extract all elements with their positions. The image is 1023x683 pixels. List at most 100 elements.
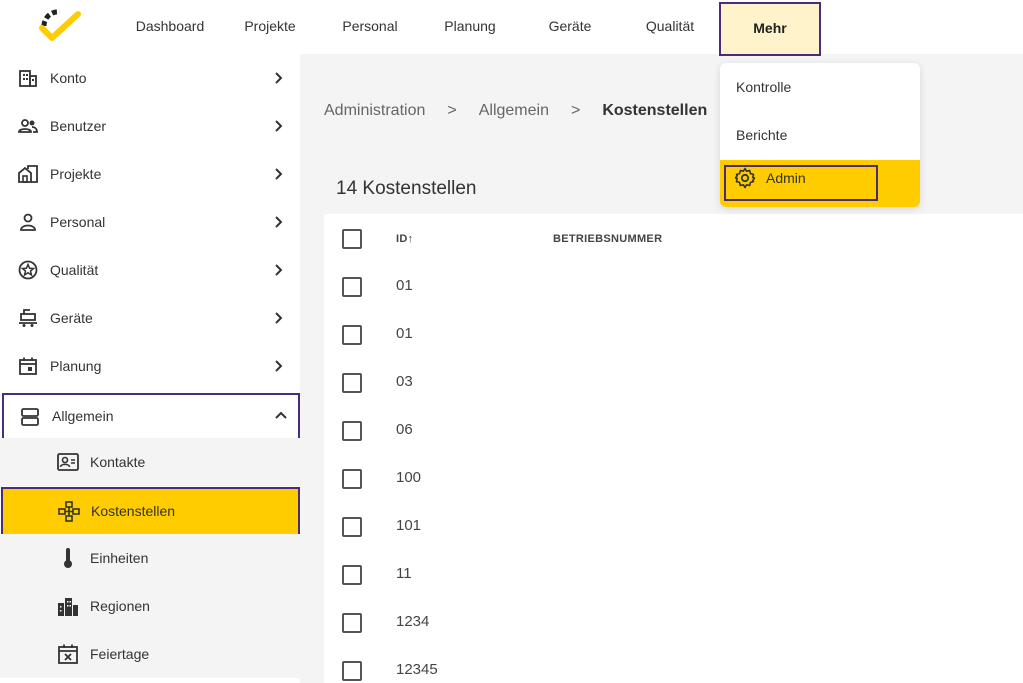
menu-item-admin-content: Admin — [734, 167, 806, 189]
sidebar-item-label: Qualität — [50, 262, 99, 278]
building-icon — [19, 70, 37, 87]
sidebar: Konto Benutzer Projekte Personal Qualitä… — [0, 54, 300, 683]
table-row[interactable]: 01 — [324, 262, 1023, 310]
row-checkbox[interactable] — [342, 565, 362, 585]
sidebar-subitem-einheiten[interactable]: Einheiten — [0, 534, 300, 582]
nav-dashboard[interactable]: Dashboard — [128, 0, 212, 54]
menu-item-berichte[interactable]: Berichte — [720, 111, 920, 159]
cell-id: 12345 — [396, 661, 438, 678]
sidebar-subitem-label: Einheiten — [90, 550, 149, 566]
cell-id: 1234 — [396, 613, 430, 630]
sidebar-subitem-label: Kontakte — [90, 454, 146, 470]
table-row[interactable]: 100 — [324, 454, 1023, 502]
cell-id: 11 — [396, 565, 412, 582]
breadcrumb: Administration > Allgemein > Kostenstell… — [324, 96, 707, 126]
mehr-dropdown-menu: Kontrolle Berichte Admin — [720, 63, 920, 207]
cell-id: 101 — [396, 517, 422, 534]
table-header: ID↑ BETRIEBSNUMMER — [324, 214, 1023, 264]
kostenstellen-table: ID↑ BETRIEBSNUMMER 01 01 03 06 100 101 1… — [324, 214, 1023, 683]
calendar-x-icon — [58, 644, 78, 664]
sidebar-subitem-regionen[interactable]: Regionen — [0, 582, 300, 630]
nav-planung[interactable]: Planung — [432, 0, 508, 54]
chevron-right-icon — [275, 360, 283, 372]
sidebar-item-label: Benutzer — [50, 118, 107, 134]
table-row[interactable]: 03 — [324, 358, 1023, 406]
sidebar-item-label: Planung — [50, 358, 102, 374]
column-header-betriebsnummer[interactable]: BETRIEBSNUMMER — [553, 214, 662, 264]
menu-item-kontrolle[interactable]: Kontrolle — [720, 63, 920, 111]
sidebar-subitem-kontakte[interactable]: Kontakte — [0, 438, 300, 486]
sidebar-item-label: Personal — [50, 214, 106, 230]
sidebar-item-konto[interactable]: Konto — [0, 54, 300, 102]
contact-card-icon — [57, 453, 79, 471]
sidebar-item-planung[interactable]: Planung — [0, 342, 300, 390]
breadcrumb-separator: > — [447, 102, 457, 119]
menu-item-admin[interactable]: Admin — [720, 160, 920, 207]
nav-geraete[interactable]: Geräte — [534, 0, 606, 54]
nav-projekte[interactable]: Projekte — [234, 0, 306, 54]
sidebar-item-benutzer[interactable]: Benutzer — [0, 102, 300, 150]
row-checkbox[interactable] — [342, 277, 362, 297]
cell-id: 01 — [396, 277, 413, 294]
table-row[interactable]: 01 — [324, 310, 1023, 358]
users-icon — [18, 119, 38, 133]
house-icon — [18, 165, 38, 183]
menu-item-admin-label: Admin — [766, 170, 806, 186]
machine-icon — [19, 309, 37, 327]
cell-id: 06 — [396, 421, 413, 438]
table-row[interactable]: 12345 — [324, 646, 1023, 683]
nav-qualitaet[interactable]: Qualität — [632, 0, 708, 54]
sidebar-subitem-label: Feiertage — [90, 646, 150, 662]
sidebar-item-geraete[interactable]: Geräte — [0, 294, 300, 342]
chevron-right-icon — [275, 264, 283, 276]
column-header-id[interactable]: ID↑ — [396, 214, 413, 264]
chevron-right-icon — [275, 216, 283, 228]
sidebar-item-label: Konto — [50, 70, 87, 86]
row-checkbox[interactable] — [342, 517, 362, 537]
logo-icon[interactable] — [38, 6, 82, 42]
sidebar-subitem-feiertage[interactable]: Feiertage — [0, 630, 300, 678]
sidebar-item-qualitaet[interactable]: Qualität — [0, 246, 300, 294]
row-checkbox[interactable] — [342, 613, 362, 633]
chevron-right-icon — [275, 168, 283, 180]
cell-id: 01 — [396, 325, 413, 342]
row-checkbox[interactable] — [342, 325, 362, 345]
cell-id: 03 — [396, 373, 413, 390]
sidebar-item-label: Geräte — [50, 310, 93, 326]
hierarchy-icon — [58, 501, 80, 522]
sidebar-subitem-label: Kostenstellen — [91, 503, 176, 519]
gear-icon — [734, 167, 756, 189]
breadcrumb-current: Kostenstellen — [602, 102, 708, 119]
chevron-right-icon — [275, 312, 283, 324]
row-checkbox[interactable] — [342, 661, 362, 681]
top-navigation-bar: Dashboard Projekte Personal Planung Gerä… — [0, 0, 1023, 56]
chevron-up-icon — [275, 411, 287, 419]
thermometer-icon — [64, 548, 72, 568]
row-checkbox[interactable] — [342, 469, 362, 489]
star-badge-icon — [18, 260, 38, 280]
server-icon — [21, 408, 39, 426]
sidebar-item-allgemein[interactable]: Allgemein — [2, 393, 300, 440]
page-title: 14 Kostenstellen — [336, 178, 477, 199]
nav-personal[interactable]: Personal — [330, 0, 410, 54]
person-icon — [20, 213, 36, 231]
table-row[interactable]: 1234 — [324, 598, 1023, 646]
row-checkbox[interactable] — [342, 421, 362, 441]
calendar-icon — [19, 357, 37, 375]
breadcrumb-administration[interactable]: Administration — [324, 102, 425, 120]
table-row[interactable]: 06 — [324, 406, 1023, 454]
sidebar-item-personal[interactable]: Personal — [0, 198, 300, 246]
select-all-checkbox[interactable] — [342, 229, 362, 249]
row-checkbox[interactable] — [342, 373, 362, 393]
sidebar-subitem-label: Regionen — [90, 598, 150, 614]
table-row[interactable]: 101 — [324, 502, 1023, 550]
breadcrumb-separator: > — [570, 102, 581, 119]
nav-mehr[interactable]: Mehr — [719, 2, 821, 56]
table-row[interactable]: 11 — [324, 550, 1023, 598]
sidebar-item-label: Projekte — [50, 166, 102, 182]
sidebar-item-label: Allgemein — [52, 408, 114, 424]
sidebar-subitem-kostenstellen[interactable]: Kostenstellen — [1, 487, 300, 536]
sidebar-item-projekte[interactable]: Projekte — [0, 150, 300, 198]
breadcrumb-allgemein[interactable]: Allgemein — [479, 102, 549, 120]
cell-id: 100 — [396, 469, 422, 486]
